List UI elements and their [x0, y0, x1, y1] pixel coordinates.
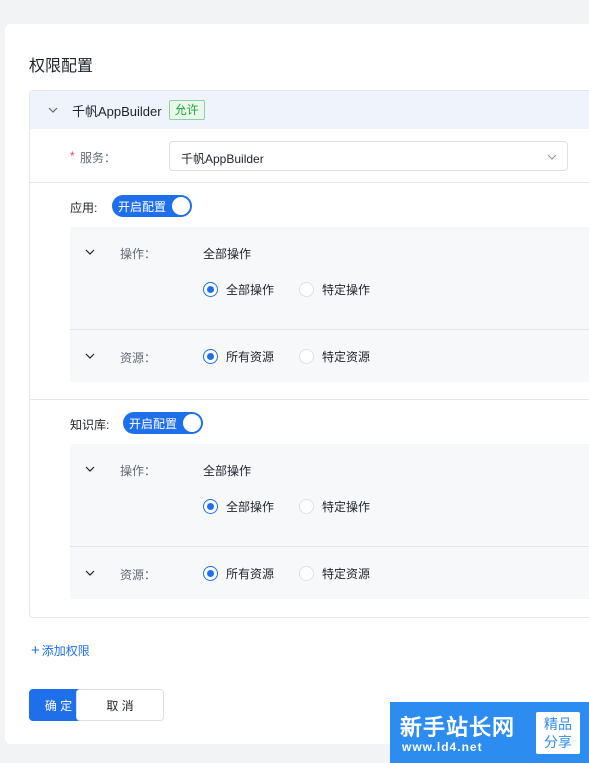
operation-radio-group: 全部操作 特定操作	[203, 281, 395, 298]
add-permission-link[interactable]: + 添加权限	[31, 642, 90, 659]
kb-operation-block: 操作： 全部操作 全部操作 特定操作	[70, 444, 589, 546]
service-select[interactable]: 千帆AppBuilder	[169, 141, 568, 171]
chevron-down-icon[interactable]	[85, 464, 95, 474]
radio-specific-resources[interactable]: 特定资源	[299, 565, 370, 582]
page-title: 权限配置	[29, 58, 94, 75]
permission-config-card: 权限配置 千帆AppBuilder 允许 * 服务： 千帆AppBuilder …	[5, 24, 589, 744]
radio-all-operations[interactable]: 全部操作	[203, 281, 274, 298]
radio-circle[interactable]	[299, 349, 315, 364]
permission-header[interactable]: 千帆AppBuilder 允许	[30, 91, 589, 129]
watermark-title: 新手站长网	[400, 715, 516, 740]
radio-specific-operations[interactable]: 特定操作	[299, 281, 370, 298]
required-mark: *	[70, 149, 75, 163]
radio-circle[interactable]	[299, 499, 315, 514]
operation-value: 全部操作	[203, 247, 252, 261]
chevron-down-icon	[547, 152, 557, 162]
permission-panel: 千帆AppBuilder 允许 * 服务： 千帆AppBuilder 应用: 开…	[29, 90, 589, 618]
operation-radio-group: 全部操作 特定操作	[203, 498, 395, 515]
app-resource-block: 资源： 所有资源 特定资源	[70, 330, 589, 382]
radio-all-resources[interactable]: 所有资源	[203, 348, 274, 365]
resource-label: 资源：	[120, 568, 157, 582]
cancel-button[interactable]: 取 消	[76, 689, 164, 721]
radio-circle-checked[interactable]	[203, 282, 218, 297]
chevron-down-icon[interactable]	[48, 105, 58, 115]
allow-tag: 允许	[168, 100, 205, 120]
permission-service-name: 千帆AppBuilder	[72, 103, 162, 119]
service-select-value: 千帆AppBuilder	[181, 152, 264, 166]
radio-all-operations[interactable]: 全部操作	[203, 498, 274, 515]
chevron-down-icon[interactable]	[85, 351, 95, 361]
site-watermark: 新手站长网 www.ld4.net 精品 分享	[390, 702, 589, 763]
app-config-switch[interactable]: 开启配置	[112, 195, 192, 217]
divider	[30, 182, 589, 183]
radio-circle[interactable]	[299, 282, 315, 297]
switch-label: 开启配置	[118, 199, 167, 214]
radio-circle-checked[interactable]	[203, 566, 218, 581]
kb-resource-block: 资源： 所有资源 特定资源	[70, 547, 589, 599]
switch-knob	[183, 414, 201, 432]
operation-label: 操作：	[120, 464, 157, 478]
operation-value: 全部操作	[203, 464, 252, 478]
app-operation-block: 操作： 全部操作 全部操作 特定操作	[70, 227, 589, 329]
radio-specific-operations[interactable]: 特定操作	[299, 498, 370, 515]
chevron-down-icon[interactable]	[85, 247, 95, 257]
operation-label: 操作：	[120, 247, 157, 261]
chevron-down-icon[interactable]	[85, 568, 95, 578]
radio-circle-checked[interactable]	[203, 349, 218, 364]
switch-knob	[172, 197, 190, 215]
service-label: 服务：	[80, 151, 117, 165]
plus-icon: +	[31, 642, 40, 659]
section-label-app: 应用:	[70, 201, 98, 215]
service-row: * 服务： 千帆AppBuilder	[30, 141, 589, 171]
watermark-url: www.ld4.net	[402, 740, 483, 754]
watermark-badge: 精品 分享	[536, 712, 580, 754]
switch-label: 开启配置	[129, 416, 178, 431]
radio-circle-checked[interactable]	[203, 499, 218, 514]
resource-radio-group: 所有资源 特定资源	[203, 348, 395, 365]
knowledge-base-config-switch[interactable]: 开启配置	[123, 412, 203, 434]
radio-specific-resources[interactable]: 特定资源	[299, 348, 370, 365]
resource-label: 资源：	[120, 351, 157, 365]
section-label-knowledge-base: 知识库:	[70, 418, 110, 432]
radio-all-resources[interactable]: 所有资源	[203, 565, 274, 582]
resource-radio-group: 所有资源 特定资源	[203, 565, 395, 582]
radio-circle[interactable]	[299, 566, 315, 581]
divider	[30, 399, 589, 400]
